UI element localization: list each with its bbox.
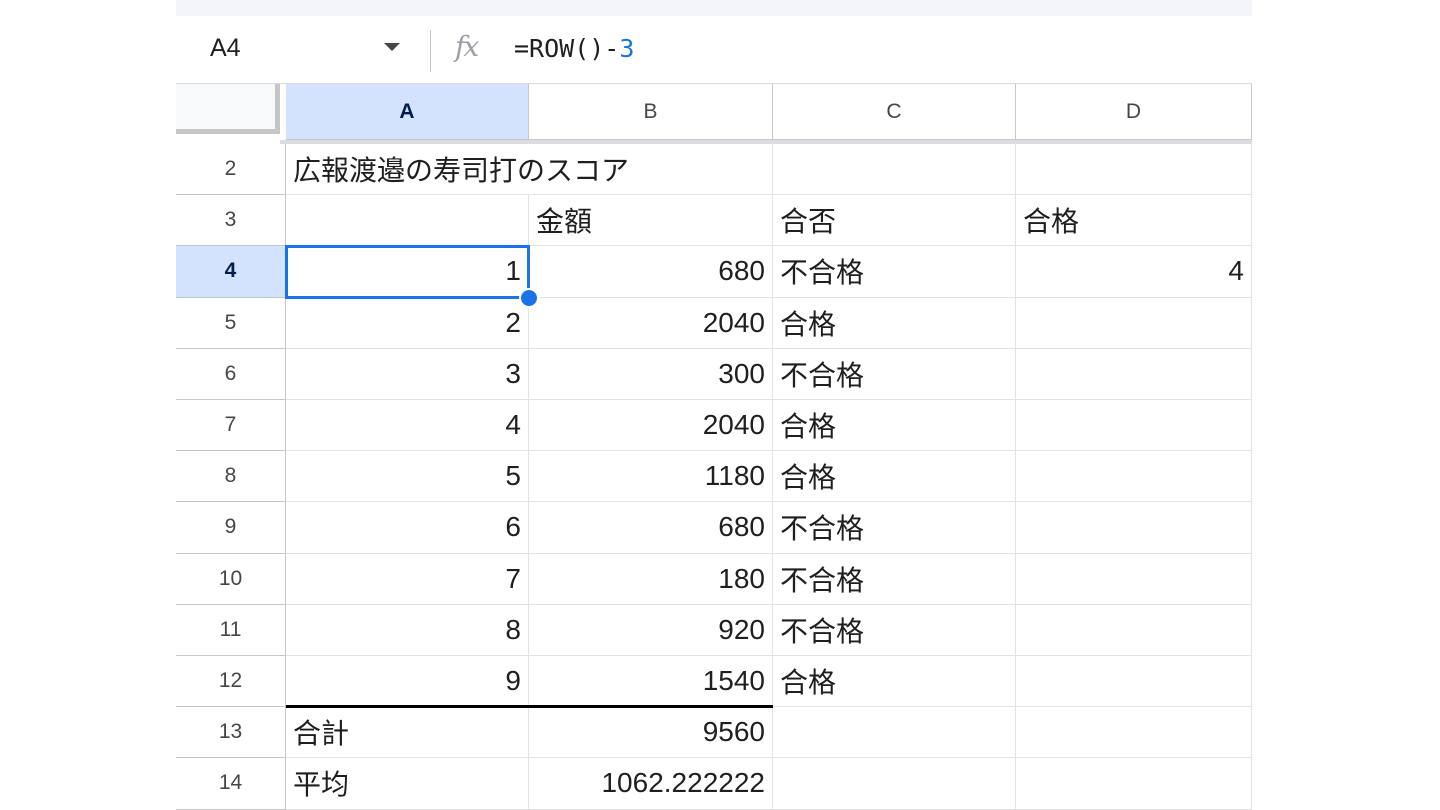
cell-A3[interactable] [286,195,529,247]
cell-B8[interactable]: 1180 [529,451,773,503]
cell-A11[interactable]: 8 [286,604,529,656]
toolbar-strip [176,0,1252,16]
cell-B4[interactable]: 680 [529,246,773,298]
formula-bar-divider [430,30,431,72]
column-header-d[interactable]: D [1016,84,1252,140]
cell-C6[interactable]: 不合格 [773,348,1016,400]
cell-C7[interactable]: 合格 [773,400,1016,452]
fill-handle[interactable] [519,287,539,308]
cell-C4[interactable]: 不合格 [773,246,1016,298]
cell-B12[interactable]: 1540 [529,656,773,708]
row-header-5[interactable]: 5 [176,297,286,349]
select-all-corner[interactable] [176,84,280,134]
cell-C3[interactable]: 合否 [773,195,1016,247]
row-header-3[interactable]: 3 [176,195,286,247]
name-box[interactable]: A4 [210,34,241,63]
row-header-10[interactable]: 10 [176,553,286,605]
cell-D14[interactable] [1016,758,1252,810]
cell-D13[interactable] [1016,707,1252,759]
cell-D8[interactable] [1016,451,1252,503]
row-header-11[interactable]: 11 [176,604,286,656]
cell-C11[interactable]: 不合格 [773,604,1016,656]
cell-D7[interactable] [1016,400,1252,452]
cell-A14[interactable]: 平均 [286,758,529,810]
cell-D9[interactable] [1016,502,1252,554]
row-header-6[interactable]: 6 [176,348,286,400]
cell-D12[interactable] [1016,656,1252,708]
cell-A9[interactable]: 6 [286,502,529,554]
cell-C12[interactable]: 合格 [773,656,1016,708]
cell-B7[interactable]: 2040 [529,400,773,452]
cell-D5[interactable] [1016,297,1252,349]
cell-B3[interactable]: 金額 [529,195,773,247]
cell-A5[interactable]: 2 [286,297,529,349]
name-box-dropdown-icon[interactable] [384,43,400,51]
row-header-12[interactable]: 12 [176,656,286,708]
cell-A8[interactable]: 5 [286,451,529,503]
row-header-4[interactable]: 4 [176,246,286,298]
cell-D2[interactable] [1016,144,1252,196]
cell-B6[interactable]: 300 [529,348,773,400]
sheet-grid: A B C D 2 広報渡邉の寿司打のスコア 3 金額 合否 合格 4 1 680 不合格 4 5 2 2040 合… [176,84,1252,810]
row-header-8[interactable]: 8 [176,451,286,503]
cell-C2[interactable] [773,144,1016,196]
formula-prefix: =ROW()- [514,34,620,63]
spreadsheet-app: A4 fx =ROW()-3 A B C D 2 広報渡邉の寿司打のスコア 3 金額 合否 合格 4… [176,0,1252,810]
column-header-b[interactable]: B [529,84,773,140]
row-header-9[interactable]: 9 [176,502,286,554]
row-header-2[interactable]: 2 [176,144,286,196]
cell-C14[interactable] [773,758,1016,810]
fx-icon: fx [455,30,479,63]
cell-D11[interactable] [1016,604,1252,656]
cell-D3[interactable]: 合格 [1016,195,1252,247]
formula-number: 3 [619,34,635,63]
cell-B9[interactable]: 680 [529,502,773,554]
formula-bar: A4 fx =ROW()-3 [176,16,1252,84]
column-header-c[interactable]: C [773,84,1016,140]
cell-A13[interactable]: 合計 [286,707,529,759]
cell-A7[interactable]: 4 [286,400,529,452]
cell-D6[interactable] [1016,348,1252,400]
cell-B11[interactable]: 920 [529,604,773,656]
cell-B14[interactable]: 1062.222222 [529,758,773,810]
cell-A6[interactable]: 3 [286,348,529,400]
row-header-13[interactable]: 13 [176,707,286,759]
row-header-7[interactable]: 7 [176,400,286,452]
cell-A2[interactable]: 広報渡邉の寿司打のスコア [286,144,629,196]
cell-B5[interactable]: 2040 [529,297,773,349]
cell-C5[interactable]: 合格 [773,297,1016,349]
cell-C13[interactable] [773,707,1016,759]
border-bottom-line [286,705,773,709]
row-header-14[interactable]: 14 [176,758,286,810]
cell-A10[interactable]: 7 [286,553,529,605]
cell-D10[interactable] [1016,553,1252,605]
cell-C9[interactable]: 不合格 [773,502,1016,554]
column-header-a[interactable]: A [286,84,529,140]
cell-B13[interactable]: 9560 [529,707,773,759]
cell-B10[interactable]: 180 [529,553,773,605]
cell-D4[interactable]: 4 [1016,246,1252,298]
cell-C10[interactable]: 不合格 [773,553,1016,605]
cell-A12[interactable]: 9 [286,656,529,708]
formula-input[interactable]: =ROW()-3 [514,34,634,63]
cell-C8[interactable]: 合格 [773,451,1016,503]
cell-A4[interactable]: 1 [286,246,529,298]
